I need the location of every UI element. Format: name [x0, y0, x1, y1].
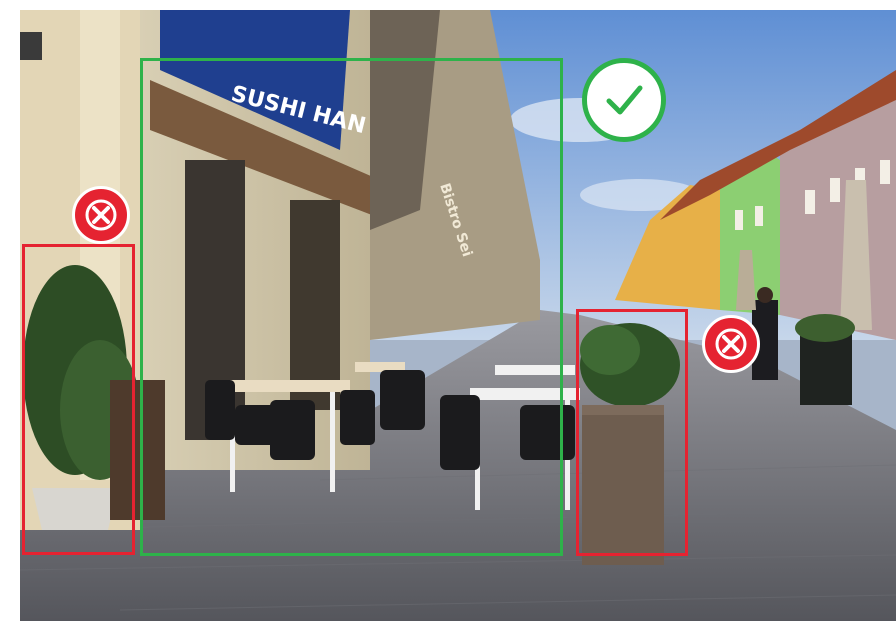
accept-box-terrace	[140, 58, 563, 556]
cross-circle-icon	[72, 186, 130, 244]
wall-lamp	[20, 32, 42, 60]
check-circle-icon	[582, 58, 666, 142]
reject-box-right-planter	[576, 309, 688, 556]
cross-circle-icon	[702, 315, 760, 373]
reject-box-left-shrub	[22, 244, 135, 555]
